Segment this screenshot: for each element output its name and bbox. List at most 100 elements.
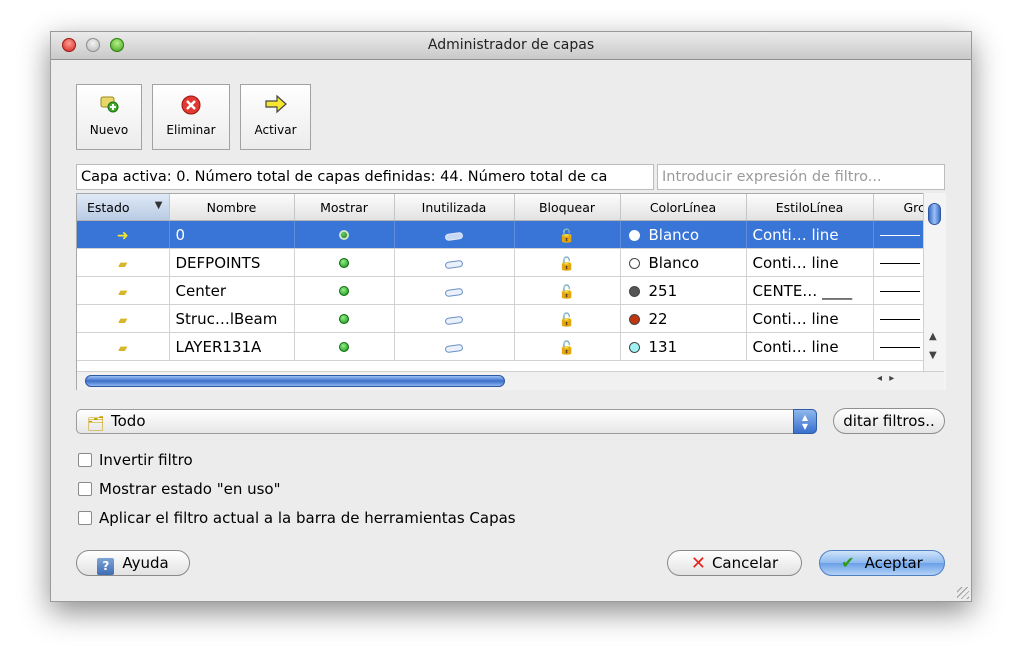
checkbox-box[interactable] <box>78 453 92 467</box>
resize-grip-icon[interactable] <box>957 587 969 599</box>
column-header-bloquear[interactable]: Bloquear <box>514 194 621 221</box>
visible-cell[interactable] <box>294 332 395 361</box>
visible-cell[interactable] <box>294 276 395 305</box>
new-layer-label: Nuevo <box>89 123 129 137</box>
color-cell[interactable]: 22 <box>620 304 747 333</box>
layer-status-text: Capa activa: 0. Número total de capas de… <box>76 164 654 190</box>
title-bar: Administrador de capas <box>51 32 971 60</box>
activate-layer-button[interactable]: Activar <box>240 84 311 150</box>
unlocked-padlock-icon: 🔓 <box>558 256 576 272</box>
color-name: 22 <box>648 309 668 328</box>
color-cell[interactable]: 131 <box>620 332 747 361</box>
freeze-cell[interactable] <box>394 248 515 277</box>
linestyle-cell[interactable]: CENTE… ____ <box>746 276 874 305</box>
table-header: Estado ▼ Nombre Mostrar Inutilizada Bloqu… <box>77 194 934 221</box>
help-button[interactable]: ? Ayuda <box>76 550 190 576</box>
column-header-estado[interactable]: Estado ▼ <box>77 194 170 221</box>
freeze-cell[interactable] <box>394 332 515 361</box>
lineweight-sample <box>879 346 920 348</box>
freeze-off-icon <box>444 287 464 297</box>
color-cell[interactable]: Blanco <box>620 220 747 249</box>
checkbox-box[interactable] <box>78 482 92 496</box>
layers-table: Estado ▼ Nombre Mostrar Inutilizada Bloqu… <box>76 193 945 390</box>
color-cell[interactable]: 251 <box>620 276 747 305</box>
status-cell[interactable]: ▰ <box>77 276 170 305</box>
layer-name-cell[interactable]: Struc…lBeam <box>169 304 295 333</box>
lock-cell[interactable]: 🔓 <box>514 220 621 249</box>
filter-select[interactable]: 🗂 Todo ▲ ▼ <box>76 409 817 434</box>
color-swatch <box>628 341 640 353</box>
select-arrows-icon[interactable]: ▲ ▼ <box>793 409 817 434</box>
filter-select-value: Todo <box>111 412 146 430</box>
table-row[interactable]: ▰ LAYER131A 🔓 131 Conti… line <box>77 332 934 361</box>
column-header-inutilizada[interactable]: Inutilizada <box>394 194 515 221</box>
layer-name-cell[interactable]: 0 <box>169 220 295 249</box>
table-row[interactable]: ▰ Center 🔓 251 CENTE… ____ <box>77 276 934 305</box>
horizontal-scrollbar[interactable]: ◂ ▸ <box>77 371 944 390</box>
visible-cell[interactable] <box>294 220 395 249</box>
horizontal-scroll-thumb[interactable] <box>85 375 505 387</box>
visible-on-icon <box>339 341 349 352</box>
window-title: Administrador de capas <box>427 37 595 53</box>
lineweight-sample <box>879 318 920 320</box>
filter-expression-input[interactable]: Introducir expresión de filtro... <box>657 164 945 190</box>
checkbox-box[interactable] <box>78 511 92 525</box>
lock-cell[interactable]: 🔓 <box>514 332 621 361</box>
visible-cell[interactable] <box>294 304 395 333</box>
linestyle-cell[interactable]: Conti… line <box>746 248 874 277</box>
vertical-scrollbar[interactable]: ▲ ▼ <box>923 193 946 390</box>
table-row[interactable]: ▰ Struc…lBeam 🔓 22 Conti… line <box>77 304 934 333</box>
linestyle-cell[interactable]: Conti… line <box>746 304 874 333</box>
column-header-nombre[interactable]: Nombre <box>169 194 295 221</box>
lock-cell[interactable]: 🔓 <box>514 248 621 277</box>
linestyle-cell[interactable]: Conti… line <box>746 220 874 249</box>
cancel-button[interactable]: ✕ Cancelar <box>667 550 802 576</box>
unlocked-padlock-icon: 🔓 <box>558 228 576 244</box>
layer-name-cell[interactable]: LAYER131A <box>169 332 295 361</box>
visible-on-icon <box>339 285 349 296</box>
scroll-left-right-arrows-icon[interactable]: ◂ ▸ <box>877 373 896 384</box>
close-icon: ✕ <box>690 553 706 574</box>
lineweight-sample <box>879 234 920 236</box>
checkbox-label: Mostrar estado "en uso" <box>99 480 281 498</box>
freeze-off-icon <box>444 231 464 241</box>
lock-cell[interactable]: 🔓 <box>514 304 621 333</box>
new-layer-button[interactable]: Nuevo <box>76 84 142 150</box>
lock-cell[interactable]: 🔓 <box>514 276 621 305</box>
table-row[interactable]: ➜ 0 🔓 Blanco Conti… line <box>77 220 934 249</box>
delete-layer-button[interactable]: Eliminar <box>152 84 230 150</box>
linestyle-cell[interactable]: Conti… line <box>746 332 874 361</box>
status-cell[interactable]: ▰ <box>77 332 170 361</box>
column-header-colorlinea[interactable]: ColorLínea <box>620 194 747 221</box>
visible-cell[interactable] <box>294 248 395 277</box>
table-row[interactable]: ▰ DEFPOINTS 🔓 Blanco Conti… line <box>77 248 934 277</box>
freeze-cell[interactable] <box>394 220 515 249</box>
accept-button[interactable]: ✔ Aceptar <box>819 550 945 576</box>
unlocked-padlock-icon: 🔓 <box>558 312 576 328</box>
status-cell[interactable]: ▰ <box>77 304 170 333</box>
scroll-up-arrow-icon[interactable]: ▲ <box>929 331 937 342</box>
status-cell[interactable]: ➜ <box>77 220 170 249</box>
layer-name-cell[interactable]: DEFPOINTS <box>169 248 295 277</box>
color-swatch <box>628 285 640 297</box>
layer-name-cell[interactable]: Center <box>169 276 295 305</box>
accept-label: Aceptar <box>864 554 923 572</box>
checkbox-label: Invertir filtro <box>99 451 193 469</box>
activate-layer-label: Activar <box>254 123 297 137</box>
freeze-cell[interactable] <box>394 304 515 333</box>
column-header-mostrar[interactable]: Mostrar <box>294 194 395 221</box>
layer-folder-icon: ▰ <box>118 284 128 299</box>
status-cell[interactable]: ▰ <box>77 248 170 277</box>
vertical-scroll-thumb[interactable] <box>928 203 941 225</box>
visible-on-icon <box>339 257 349 268</box>
freeze-cell[interactable] <box>394 276 515 305</box>
color-name: 131 <box>648 337 678 356</box>
scroll-down-arrow-icon[interactable]: ▼ <box>929 350 937 361</box>
edit-filters-button[interactable]: ditar filtros.. <box>833 408 945 434</box>
color-name: Blanco <box>648 253 700 272</box>
freeze-off-icon <box>444 259 464 269</box>
column-header-estilolinea[interactable]: EstiloLínea <box>746 194 874 221</box>
filter-icon: 🗂 <box>87 416 105 432</box>
color-cell[interactable]: Blanco <box>620 248 747 277</box>
lineweight-sample <box>879 262 920 264</box>
